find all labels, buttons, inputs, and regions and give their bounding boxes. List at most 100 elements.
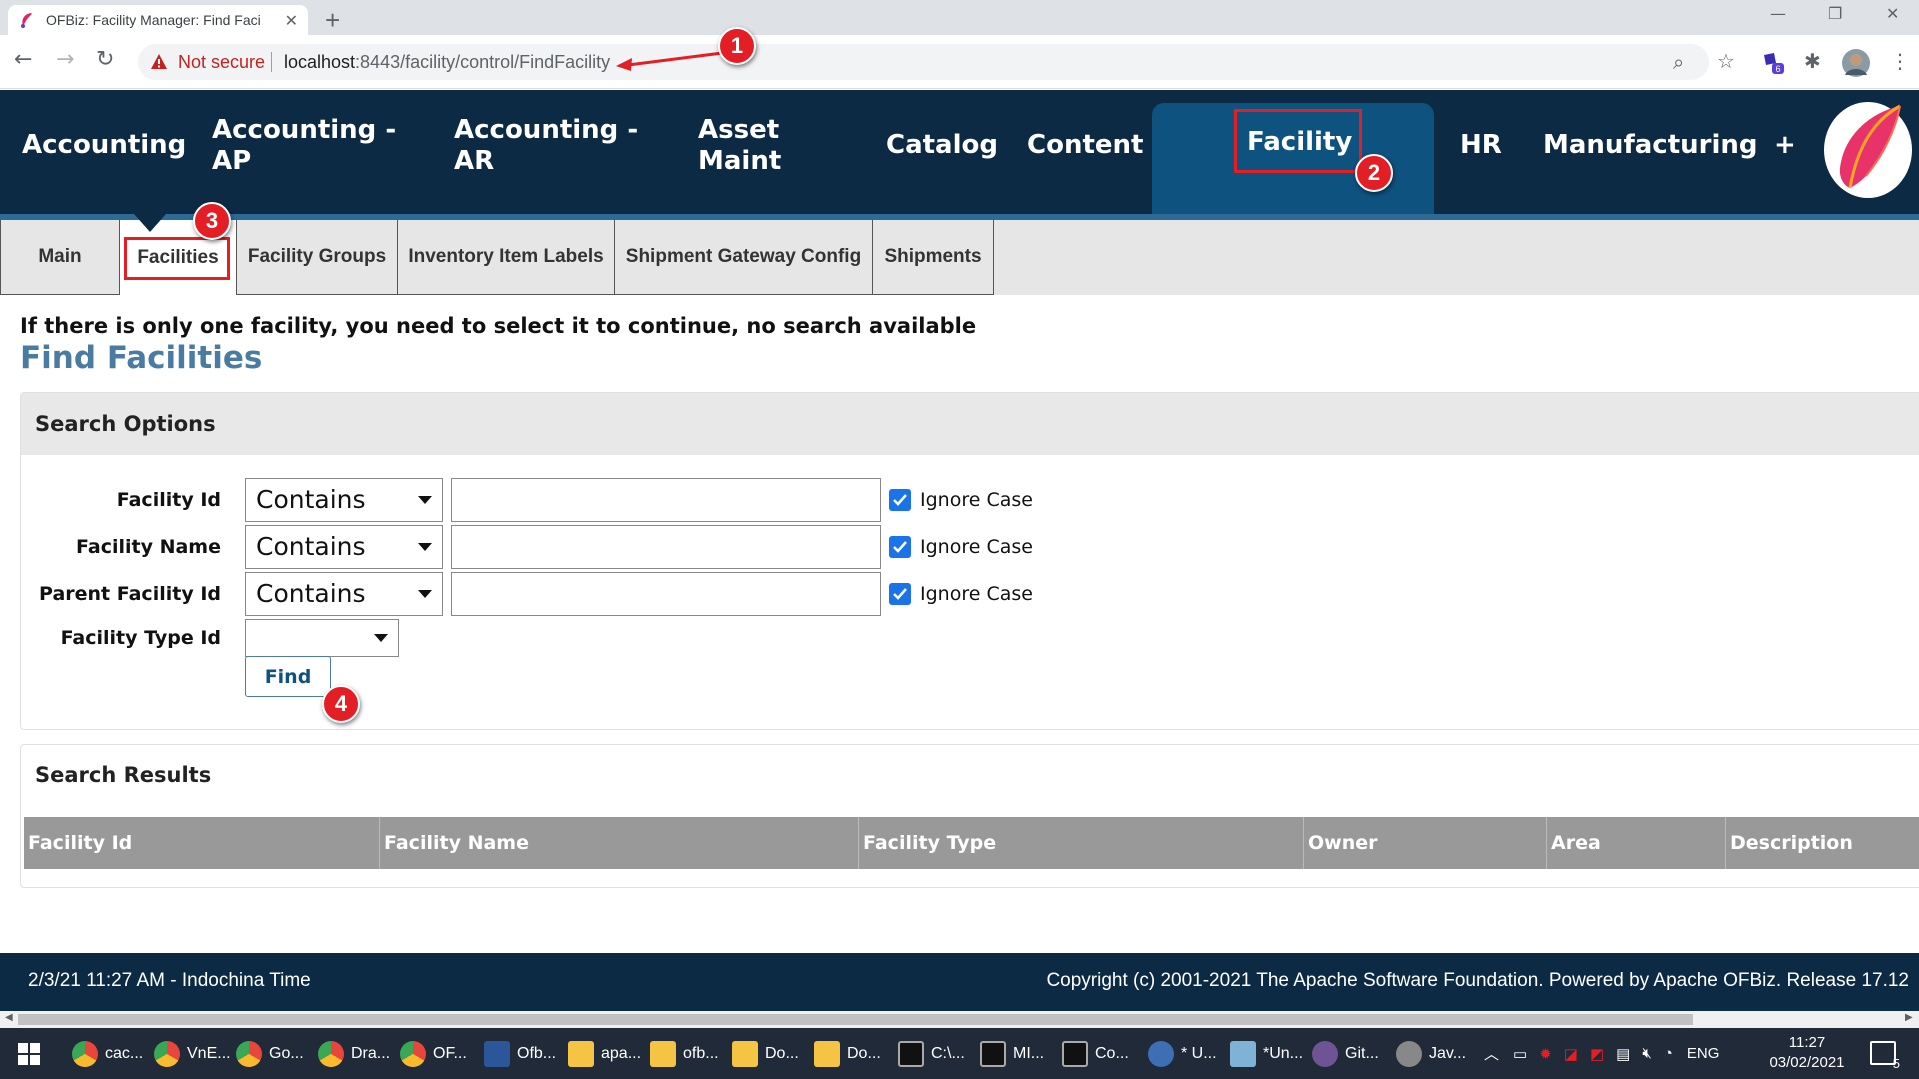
app-catalog[interactable]: Catalog [886,130,998,161]
taskbar-item[interactable]: Do... [814,1028,881,1079]
taskbar-item-label: Ofb... [517,1044,557,1062]
bookmark-star-icon[interactable]: ☆ [1717,49,1735,73]
scroll-left-icon[interactable]: ◀ [5,1012,13,1023]
facility-name-ignore-case-checkbox[interactable] [889,536,911,558]
puzzle-icon[interactable]: ✱ [1804,49,1821,73]
page-title: Find Facilities [20,340,263,376]
taskbar-item-label: VnE... [187,1044,231,1062]
app-asset-maint[interactable]: Asset Maint [698,115,781,177]
taskbar-item[interactable]: Co... [1062,1028,1129,1079]
facility-name-ignore-case-label[interactable]: Ignore Case [920,525,1033,569]
taskbar-item[interactable]: * U... [1148,1028,1217,1079]
taskbar-item[interactable]: cac... [72,1028,143,1079]
taskbar-item-label: Do... [765,1044,799,1062]
taskbar-item[interactable]: apa... [568,1028,641,1079]
tab-close-icon[interactable]: ✕ [285,11,298,31]
parent-facility-id-ignore-case-label[interactable]: Ignore Case [920,572,1033,616]
taskbar-item[interactable]: Go... [236,1028,304,1079]
scroll-right-icon[interactable]: ▶ [1905,1012,1913,1023]
scrollbar-thumb[interactable] [18,1014,1693,1025]
app-accounting-ap[interactable]: Accounting - AP [212,115,396,177]
subtab-main[interactable]: Main [0,220,120,295]
restore-icon[interactable]: ❐ [1828,4,1842,23]
avatar[interactable] [1842,49,1870,77]
col-facility-type[interactable]: Facility Type [859,817,1304,869]
url-text[interactable]: localhost:8443/facility/control/FindFaci… [284,52,610,73]
facility-name-input[interactable] [451,525,881,569]
app-tray-icon[interactable]: ◩ [1590,1045,1604,1063]
browser-tabstrip: OFBiz: Facility Manager: Find Faci ✕ + —… [0,0,1919,35]
volume-muted-icon[interactable]: 🔇︎ [1642,1045,1651,1062]
facility-id-ignore-case-checkbox[interactable] [889,489,911,511]
subtab-inventory-item-labels[interactable]: Inventory Item Labels [397,220,615,295]
facility-type-id-select[interactable] [245,619,399,657]
facility-id-ignore-case-label[interactable]: Ignore Case [920,478,1033,522]
facility-id-input[interactable] [451,478,881,522]
col-owner[interactable]: Owner [1304,817,1547,869]
tray-chevron-up-icon[interactable]: ︿ [1484,1043,1499,1064]
tab-title: OFBiz: Facility Manager: Find Faci [46,12,261,28]
menu-kebab-icon[interactable]: ⋮ [1890,49,1910,73]
extension-icon[interactable]: 6 [1760,51,1786,75]
chrome-icon [400,1040,426,1067]
parent-facility-id-input[interactable] [451,572,881,616]
subtab-shipments[interactable]: Shipments [872,220,994,295]
app-accounting-ar[interactable]: Accounting - AR [454,115,638,177]
back-icon[interactable]: ← [14,47,32,73]
taskbar-clock[interactable]: 11:27 03/02/2021 [1762,1033,1852,1073]
facility-id-label: Facility Id [116,489,221,511]
app-manufacturing[interactable]: Manufacturing [1543,130,1758,161]
terminal-icon [1062,1040,1088,1067]
taskbar-item[interactable]: OF... [400,1028,467,1079]
taskbar-item[interactable]: Do... [732,1028,799,1079]
wifi-icon[interactable]: ◔ [1664,1045,1673,1062]
not-secure-label[interactable]: Not secure [178,52,265,73]
taskbar-item[interactable]: Jav... [1396,1028,1466,1079]
chrome-icon [318,1040,344,1067]
app-content[interactable]: Content [1027,130,1143,161]
app-accounting[interactable]: Accounting [22,130,186,161]
forward-icon[interactable]: → [56,47,74,73]
taskbar-item[interactable]: ofb... [650,1028,719,1079]
browser-tab[interactable]: OFBiz: Facility Manager: Find Faci ✕ [8,5,308,35]
minimize-icon[interactable]: — [1770,4,1786,23]
taskbar-item[interactable]: Ofb... [484,1028,556,1079]
find-button[interactable]: Find [245,656,331,697]
facility-id-operator-select[interactable]: Contains [245,478,443,522]
zoom-icon[interactable]: ⌕ [1673,50,1684,74]
col-facility-id[interactable]: Facility Id [24,817,380,869]
subtab-shipment-gateway-config[interactable]: Shipment Gateway Config [614,220,873,295]
notifications-icon[interactable]: 5 [1870,1041,1900,1071]
col-area[interactable]: Area [1547,817,1726,869]
new-tab-icon[interactable]: + [325,5,340,35]
search-options-panel: Search Options Facility Id Contains Igno… [20,392,1919,730]
taskbar-item[interactable]: Dra... [318,1028,390,1079]
app-more-plus[interactable]: + [1774,130,1796,161]
taskbar-item-label: Dra... [351,1044,391,1062]
reload-icon[interactable]: ↻ [96,47,114,73]
parent-facility-id-operator-select[interactable]: Contains [245,572,443,616]
taskbar-item[interactable]: Git... [1312,1028,1379,1079]
taskbar-item[interactable]: C:\... [898,1028,965,1079]
taskbar-item-label: apa... [601,1044,642,1062]
address-bar[interactable]: Not secure localhost:8443/facility/contr… [138,44,1709,80]
chevron-down-icon [374,634,388,642]
subtab-facility-groups[interactable]: Facility Groups [236,220,398,295]
taskbar-item[interactable]: MI... [980,1028,1044,1079]
taskbar-item[interactable]: VnE... [154,1028,231,1079]
col-facility-name[interactable]: Facility Name [380,817,859,869]
clipboard-icon[interactable]: ▤ [1616,1045,1630,1063]
antivirus-icon[interactable]: ✹ [1539,1045,1552,1063]
pdf-icon[interactable]: ◪ [1564,1045,1578,1063]
app-hr[interactable]: HR [1460,130,1502,161]
window-close-icon[interactable]: ✕ [1886,4,1899,23]
battery-icon[interactable]: ▭ [1513,1045,1527,1063]
facility-name-operator-select[interactable]: Contains [245,525,443,569]
horizontal-scrollbar[interactable]: ◀ ▶ [0,1011,1919,1028]
parent-facility-id-ignore-case-checkbox[interactable] [889,583,911,605]
windows-start-icon[interactable] [18,1043,40,1065]
chevron-down-icon [418,496,432,504]
language-indicator[interactable]: ENG [1687,1045,1720,1062]
taskbar-item[interactable]: *Un... [1230,1028,1303,1079]
col-description[interactable]: Description [1726,817,1919,869]
